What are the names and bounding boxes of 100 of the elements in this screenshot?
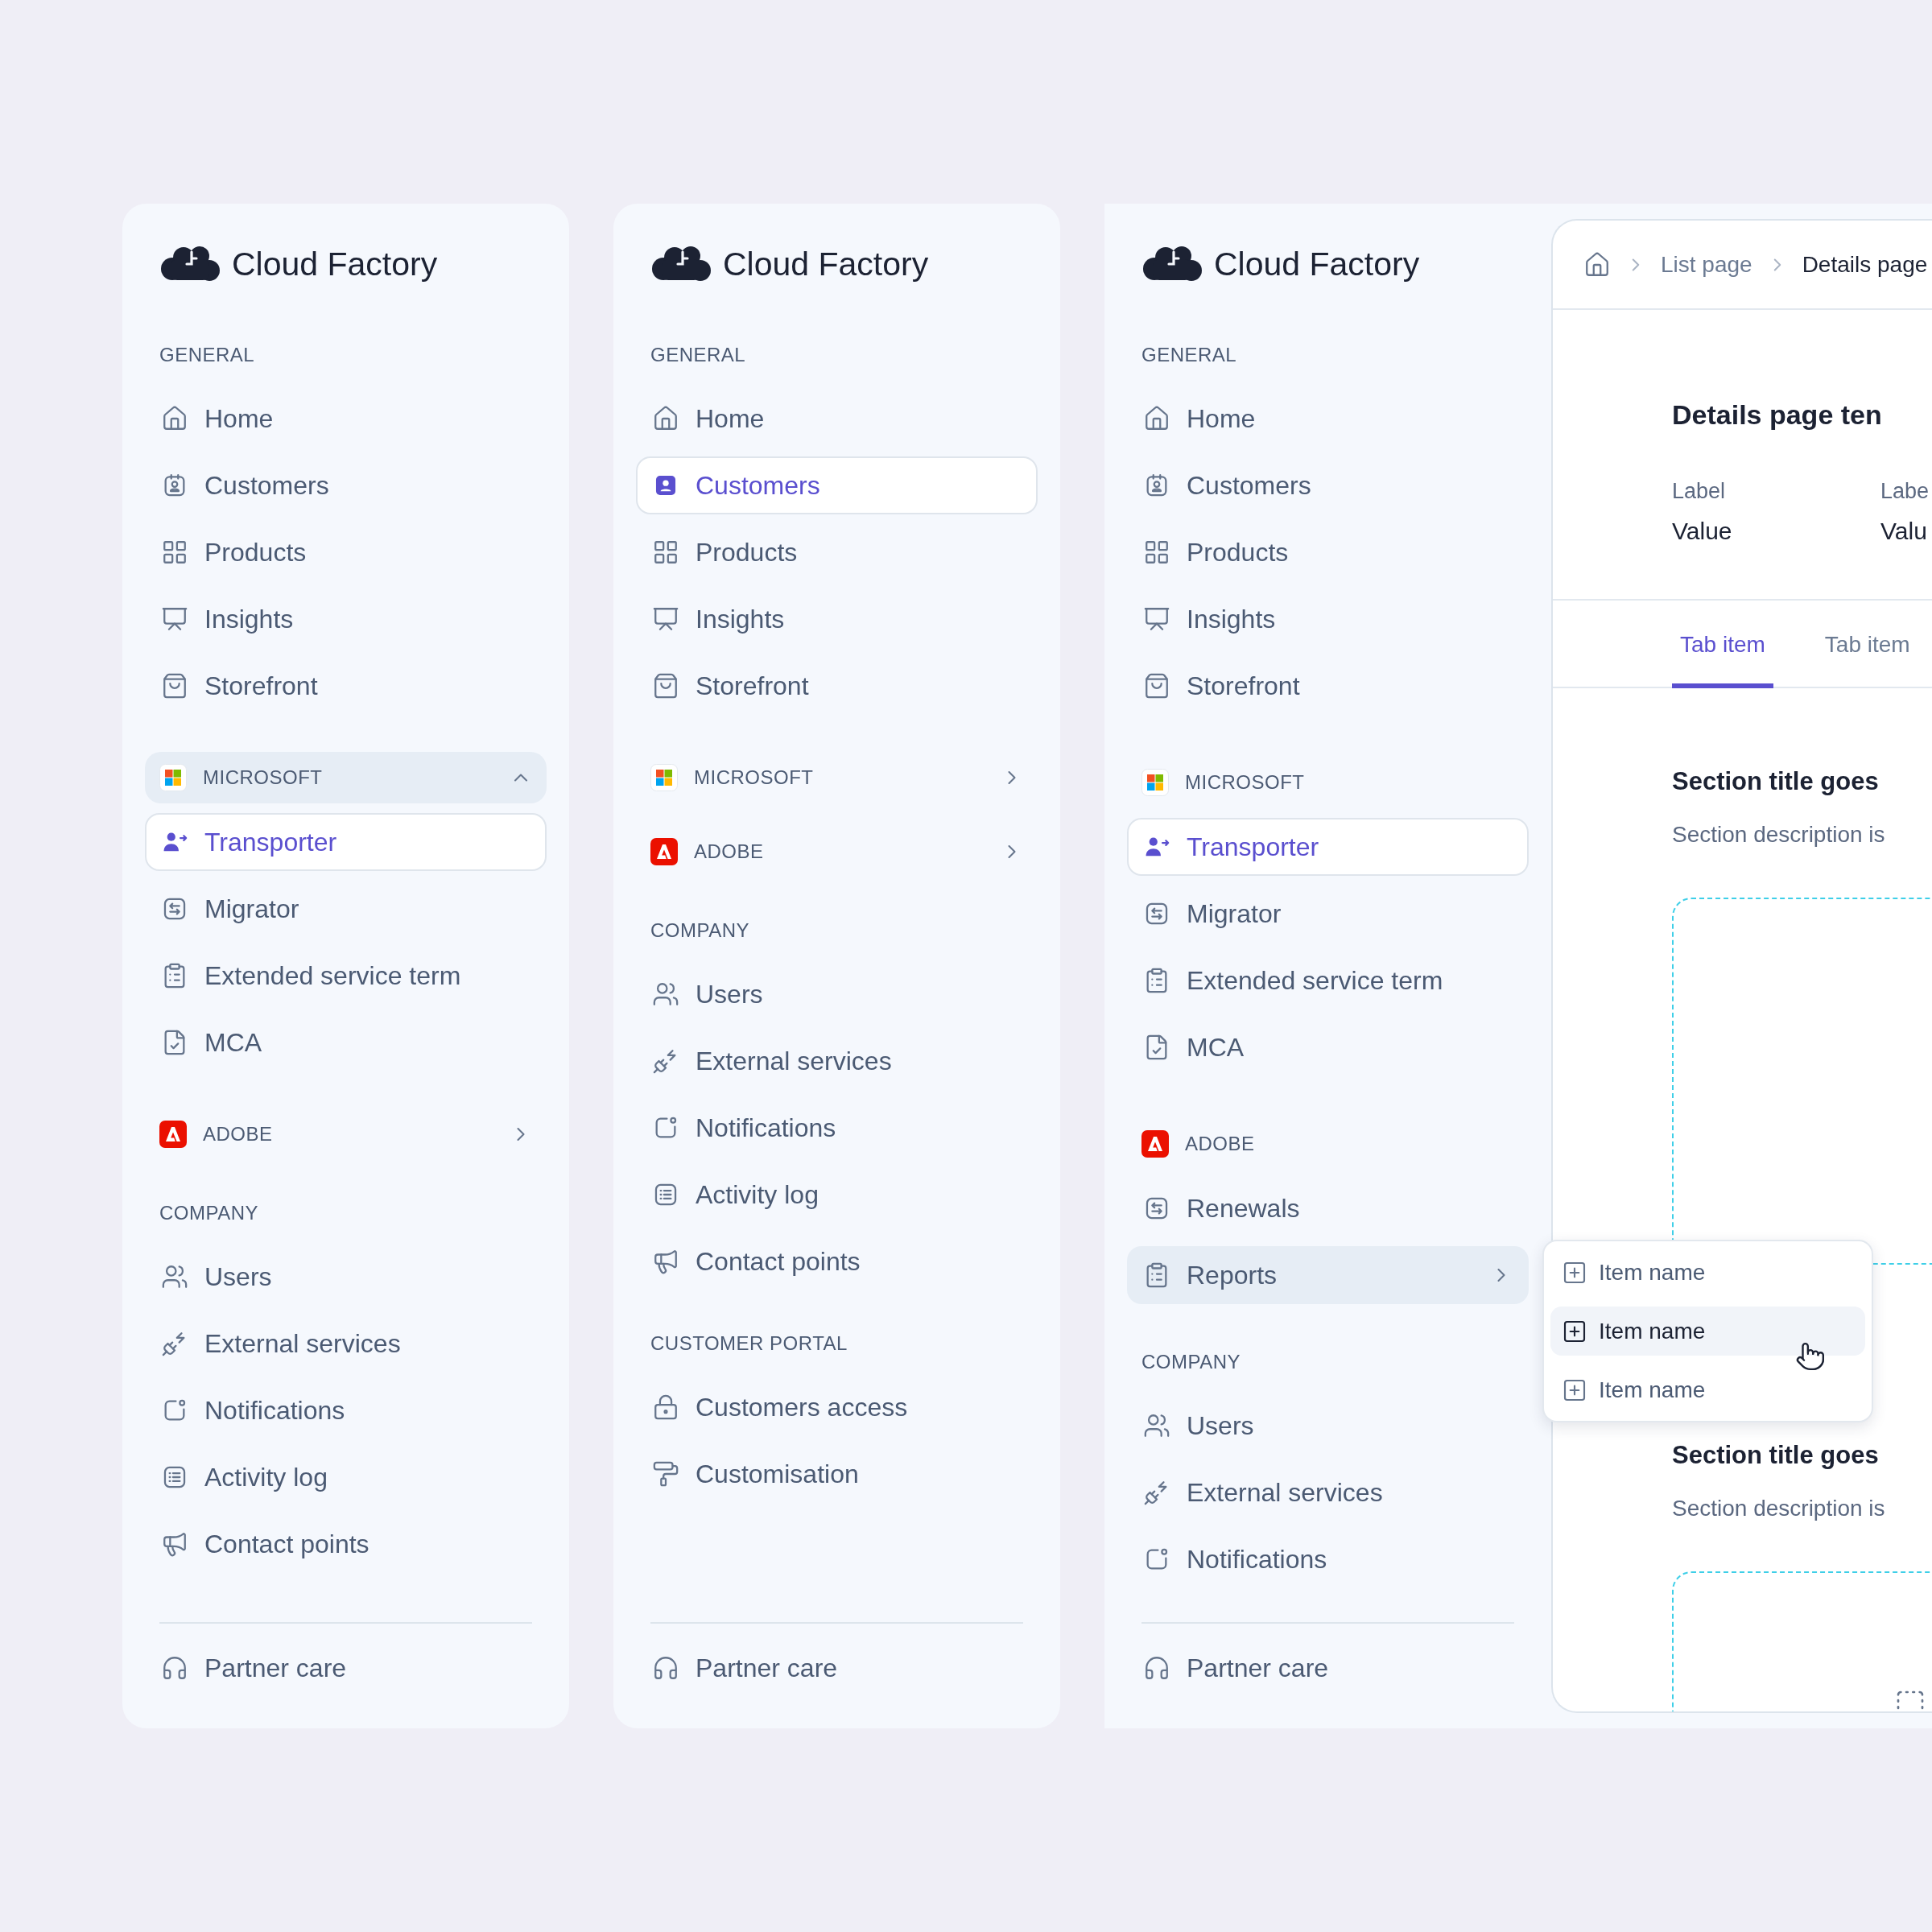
nav-item[interactable]: Notifications <box>145 1381 547 1439</box>
group-header[interactable]: ADOBE <box>145 1108 547 1160</box>
hand-cursor-icon <box>1795 1341 1826 1372</box>
nav-item[interactable]: Migrator <box>1127 885 1529 943</box>
presentation-icon <box>161 605 188 633</box>
home-icon <box>652 405 679 432</box>
section-heading: GENERAL <box>159 343 256 367</box>
microsoft-logo-icon <box>1141 769 1169 796</box>
megaphone-icon <box>161 1530 188 1558</box>
nav-item[interactable]: Insights <box>145 590 547 648</box>
field-label: Label <box>1672 478 1727 505</box>
nav-item[interactable]: Users <box>636 965 1038 1023</box>
cloud-logo-icon <box>650 245 712 283</box>
nav-item[interactable]: Customers access <box>636 1378 1038 1436</box>
field-label: Labe <box>1880 478 1930 505</box>
nav-item[interactable]: External services <box>636 1032 1038 1090</box>
microsoft-logo-icon <box>650 764 678 791</box>
headphones-icon <box>1143 1654 1170 1682</box>
nav-item[interactable]: Home <box>1127 390 1529 448</box>
logo-text: Cloud Factory <box>1214 245 1420 283</box>
grid-icon <box>652 539 679 566</box>
group-header[interactable]: MICROSOFT <box>1127 757 1529 808</box>
nav-item[interactable]: Extended service term <box>145 947 547 1005</box>
group-header[interactable]: MICROSOFT <box>636 752 1038 803</box>
home-icon[interactable] <box>1583 250 1611 279</box>
headphones-icon <box>652 1654 679 1682</box>
nav-item[interactable]: Reports <box>1127 1246 1529 1304</box>
nav-item[interactable]: Partner care <box>145 1639 547 1697</box>
adobe-logo-icon <box>159 1121 187 1148</box>
nav-item[interactable]: Products <box>636 523 1038 581</box>
section-heading: COMPANY <box>650 919 751 943</box>
nav-item[interactable]: Activity log <box>145 1448 547 1506</box>
nav-item[interactable]: Insights <box>636 590 1038 648</box>
nav-item[interactable]: Contact points <box>636 1232 1038 1290</box>
nav-item[interactable]: Notifications <box>1127 1530 1529 1588</box>
nav-item[interactable]: Insights <box>1127 590 1529 648</box>
tab[interactable]: Tab item <box>1816 601 1918 688</box>
nav-item[interactable]: Partner care <box>636 1639 1038 1697</box>
section-description: Section description is <box>1672 821 1886 848</box>
tab[interactable]: Tab item <box>1672 601 1773 688</box>
cloud-logo-icon <box>1141 245 1203 283</box>
home-icon <box>161 405 188 432</box>
nav-item[interactable]: Migrator <box>145 880 547 938</box>
breadcrumb-link[interactable]: List page <box>1661 251 1752 278</box>
users-icon <box>652 980 679 1008</box>
group-header[interactable]: ADOBE <box>636 826 1038 877</box>
nav-item[interactable]: Storefront <box>145 657 547 715</box>
microsoft-logo-icon <box>159 764 187 791</box>
menu-item[interactable]: Item name <box>1550 1248 1865 1297</box>
nav-item[interactable]: Transporter <box>1127 818 1529 876</box>
nav-item[interactable]: External services <box>1127 1463 1529 1521</box>
nav-item[interactable]: External services <box>145 1315 547 1373</box>
nav-item[interactable]: Partner care <box>1127 1639 1529 1697</box>
field-value: Valu <box>1880 517 1928 546</box>
menu-item[interactable]: Item name <box>1550 1365 1865 1414</box>
logo-text: Cloud Factory <box>232 245 438 283</box>
field-value: Value <box>1672 517 1733 546</box>
bag-icon <box>1143 672 1170 700</box>
nav-item[interactable]: Home <box>145 390 547 448</box>
section-title: Section title goes <box>1672 766 1880 797</box>
nav-item[interactable]: Customers <box>1127 456 1529 514</box>
grid-icon <box>161 539 188 566</box>
bag-icon <box>652 672 679 700</box>
menu-item[interactable]: Item name <box>1550 1307 1865 1356</box>
logo-text: Cloud Factory <box>723 245 929 283</box>
nav-item[interactable]: Notifications <box>636 1099 1038 1157</box>
section-heading: COMPANY <box>1141 1350 1242 1374</box>
nav-item[interactable]: Transporter <box>145 813 547 871</box>
nav-item[interactable]: Renewals <box>1127 1179 1529 1237</box>
nav-item[interactable]: Storefront <box>636 657 1038 715</box>
nav-item[interactable]: MCA <box>145 1013 547 1071</box>
nav-item[interactable]: Home <box>636 390 1038 448</box>
nav-item[interactable]: Activity log <box>636 1166 1038 1224</box>
section-heading: GENERAL <box>650 343 747 367</box>
nav-item[interactable]: Users <box>145 1248 547 1306</box>
nav-item[interactable]: Products <box>1127 523 1529 581</box>
users-icon <box>1143 1412 1170 1439</box>
adobe-logo-icon <box>1141 1130 1169 1158</box>
home-icon <box>1143 405 1170 432</box>
section-heading: GENERAL <box>1141 343 1238 367</box>
bag-icon <box>161 672 188 700</box>
nav-item[interactable]: Products <box>145 523 547 581</box>
paint-roller-icon <box>652 1460 679 1488</box>
nav-item[interactable]: Customisation <box>636 1445 1038 1503</box>
nav-item[interactable]: Customers <box>636 456 1038 514</box>
lock-icon <box>652 1393 679 1421</box>
group-header[interactable]: ADOBE <box>1127 1118 1529 1170</box>
nav-item[interactable]: Users <box>1127 1397 1529 1455</box>
nav-item[interactable]: Storefront <box>1127 657 1529 715</box>
breadcrumb-link[interactable]: Details page <box>1802 251 1928 278</box>
nav-item[interactable]: Extended service term <box>1127 952 1529 1009</box>
section-heading: COMPANY <box>159 1201 260 1225</box>
group-header[interactable]: MICROSOFT <box>145 752 547 803</box>
cloud-logo-icon <box>159 245 221 283</box>
megaphone-icon <box>652 1248 679 1275</box>
section-description: Section description is <box>1672 1495 1886 1522</box>
nav-item[interactable]: MCA <box>1127 1018 1529 1076</box>
nav-item[interactable]: Contact points <box>145 1515 547 1573</box>
adobe-logo-icon <box>650 838 678 865</box>
nav-item[interactable]: Customers <box>145 456 547 514</box>
